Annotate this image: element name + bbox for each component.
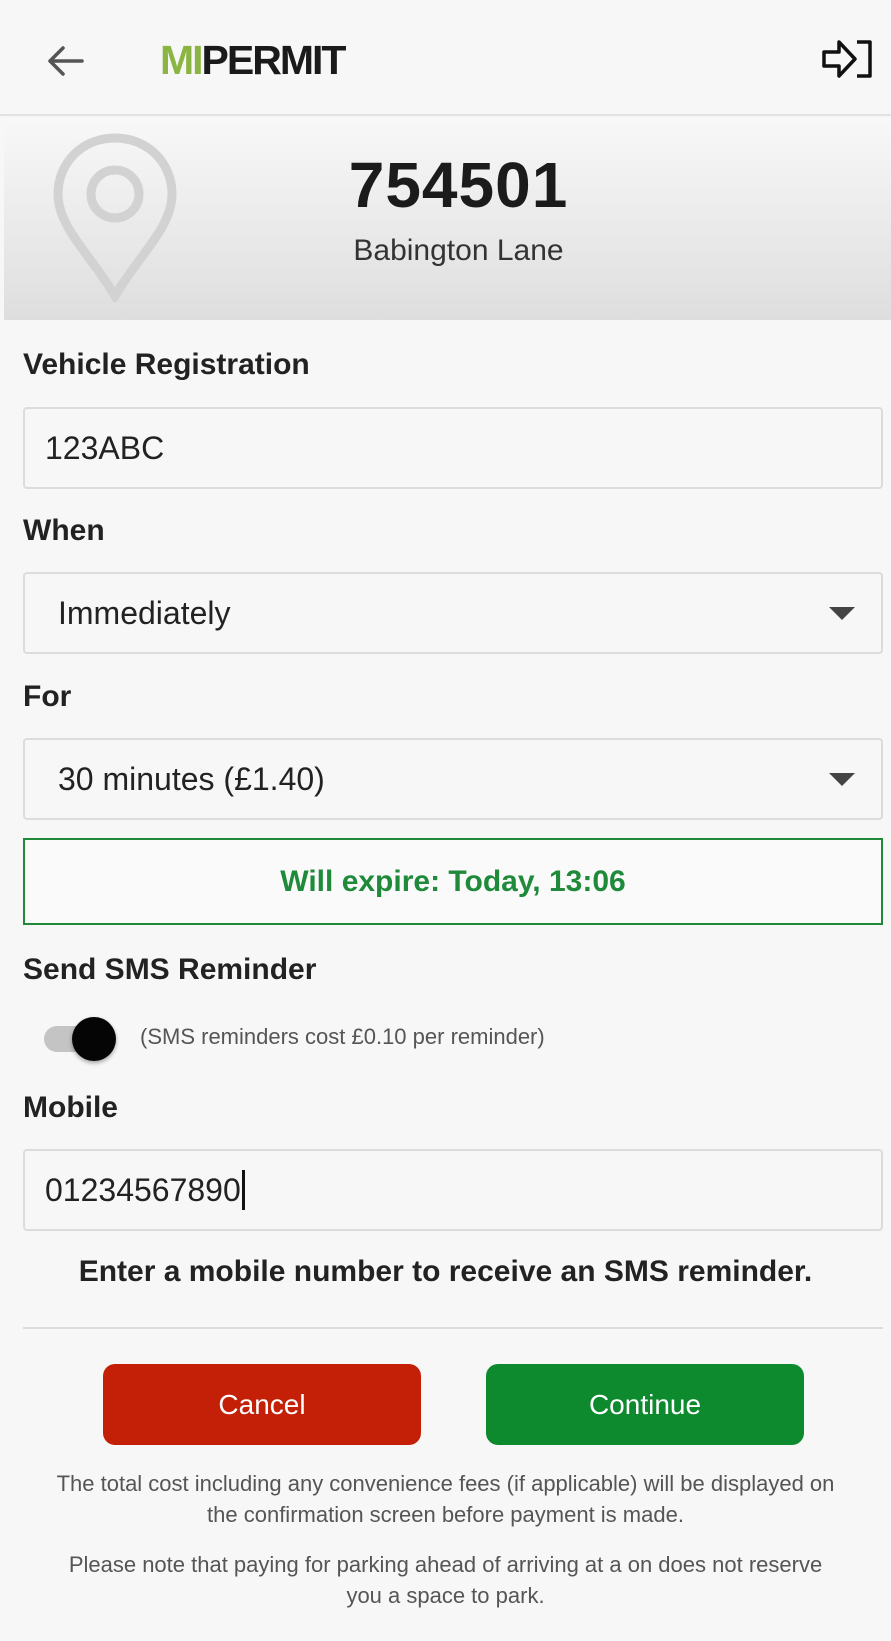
expiry-notice: Will expire: Today, 13:06 [23, 838, 883, 925]
location-name: Babington Lane [353, 234, 564, 267]
when-label: When [23, 514, 105, 547]
page: MIPERMIT 754501 Babington Lane Vehicle R… [0, 0, 891, 1641]
for-label: For [23, 680, 72, 713]
logo-mi: MI [160, 37, 204, 83]
location-banner: 754501 Babington Lane [4, 118, 891, 320]
divider [23, 1327, 883, 1329]
reservation-note-line-1: Please note that paying for parking ahea… [68, 1552, 823, 1577]
when-selected-value: Immediately [58, 594, 231, 631]
when-select[interactable]: Immediately [23, 572, 883, 654]
cost-note-line-2: the confirmation screen before payment i… [207, 1502, 684, 1527]
sms-reminder-toggle[interactable] [44, 1017, 116, 1061]
cost-note-line-1: The total cost including any convenience… [56, 1471, 835, 1496]
logout-button[interactable] [818, 32, 878, 86]
caret-down-icon [829, 607, 855, 620]
expiry-text: Will expire: Today, 13:06 [280, 864, 626, 898]
continue-button-label: Continue [588, 1388, 702, 1420]
logout-icon [822, 40, 872, 78]
mobile-label: Mobile [23, 1091, 118, 1124]
caret-down-icon [829, 773, 855, 786]
continue-button[interactable]: Continue [486, 1364, 804, 1445]
mobile-hint: Enter a mobile number to receive an SMS … [78, 1255, 813, 1288]
cancel-button-label: Cancel [218, 1388, 306, 1420]
cancel-button[interactable]: Cancel [103, 1364, 421, 1445]
toggle-knob [72, 1017, 116, 1061]
back-button[interactable] [38, 34, 92, 88]
sms-reminder-label: Send SMS Reminder [23, 953, 317, 986]
vehicle-registration-field[interactable] [23, 407, 883, 489]
sms-cost-note: (SMS reminders cost £0.10 per reminder) [140, 1024, 545, 1049]
mobile-input[interactable]: 01234567890 [23, 1149, 883, 1231]
reservation-note-line-2: you a space to park. [346, 1583, 545, 1608]
duration-select[interactable]: 30 minutes (£1.40) [23, 738, 883, 820]
mipermit-logo: MIPERMIT [160, 37, 347, 83]
location-code: 754501 [348, 149, 569, 221]
text-cursor [241, 1170, 245, 1210]
mobile-value: 01234567890 [45, 1171, 241, 1208]
arrow-left-icon [48, 46, 84, 76]
duration-selected-value: 30 minutes (£1.40) [58, 760, 325, 797]
vehicle-registration-input[interactable] [25, 409, 881, 487]
app-header: MIPERMIT [0, 0, 891, 116]
vehicle-registration-label: Vehicle Registration [23, 348, 310, 381]
logo-permit: PERMIT [201, 37, 347, 83]
